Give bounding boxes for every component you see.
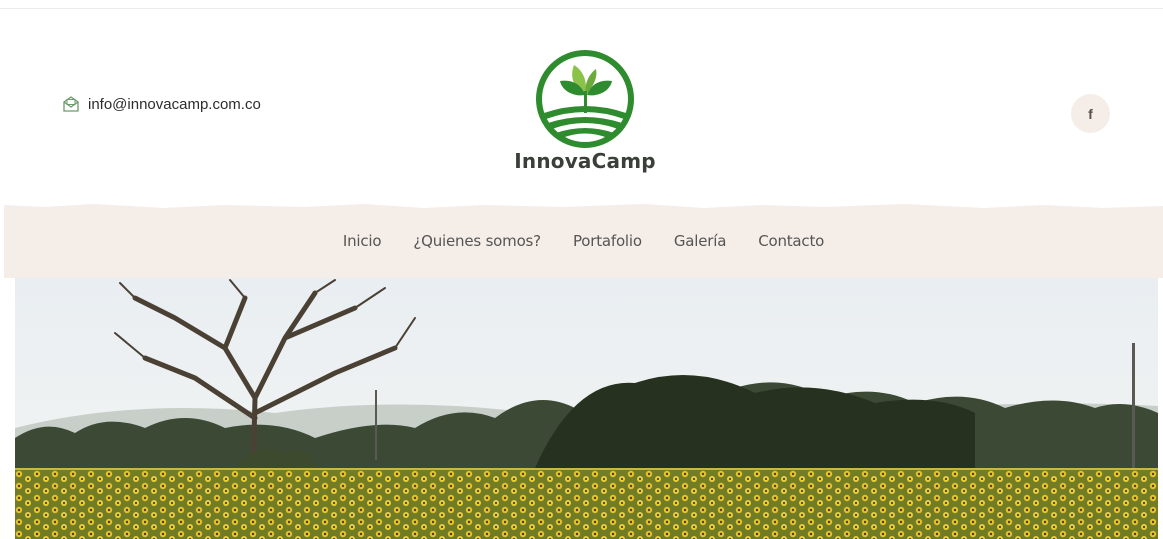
nav-menu: Inicio ¿Quienes somos? Portafolio Galerí… <box>4 232 1163 250</box>
envelope-icon <box>62 95 80 113</box>
nav-item-inicio[interactable]: Inicio <box>327 232 398 250</box>
torn-paper-edge <box>4 202 1163 208</box>
main-navigation: Inicio ¿Quienes somos? Portafolio Galerí… <box>4 202 1163 278</box>
brand-logo[interactable]: InnovaCamp <box>512 47 658 182</box>
brand-name: InnovaCamp <box>514 149 656 173</box>
nav-item-galeria[interactable]: Galería <box>658 232 742 250</box>
nav-item-contacto[interactable]: Contacto <box>742 232 840 250</box>
nav-item-quienes-somos[interactable]: ¿Quienes somos? <box>397 232 557 250</box>
nav-item-portafolio[interactable]: Portafolio <box>557 232 658 250</box>
facebook-icon[interactable]: f <box>1071 94 1110 133</box>
leaf-logo-icon <box>536 50 634 148</box>
hero-image-sunflower-field <box>15 278 1158 539</box>
email-text: info@innovacamp.com.co <box>88 95 261 113</box>
contact-email[interactable]: info@innovacamp.com.co <box>62 95 261 113</box>
site-header: info@innovacamp.com.co InnovaCamp f <box>0 9 1163 204</box>
facebook-glyph: f <box>1088 105 1093 122</box>
